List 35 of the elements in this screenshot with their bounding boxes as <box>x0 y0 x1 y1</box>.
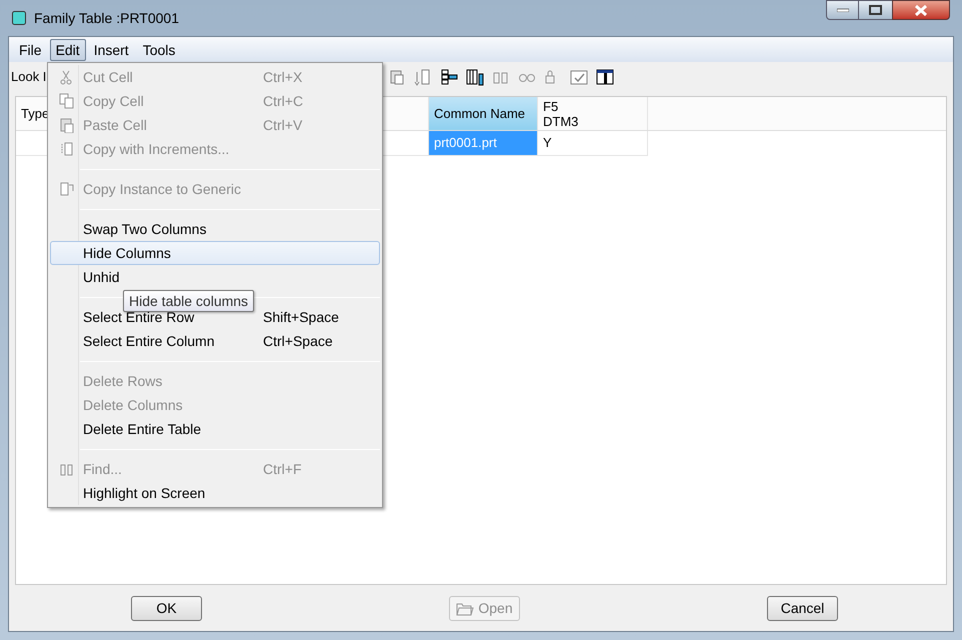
minimize-icon <box>836 8 848 12</box>
close-button[interactable] <box>892 0 950 20</box>
table-cell[interactable]: Y <box>538 131 648 156</box>
maximize-icon <box>869 5 882 15</box>
folder-icon <box>456 600 474 616</box>
list-icon[interactable] <box>414 68 432 86</box>
checklist-icon[interactable] <box>570 68 588 86</box>
menu-item[interactable]: File <box>13 38 48 60</box>
paste-icon <box>59 117 75 133</box>
column-header[interactable]: Common Name <box>429 97 538 130</box>
paste-icon[interactable] <box>388 68 406 86</box>
window-title: Family Table :PRT0001 <box>34 8 179 28</box>
menu-item[interactable]: Swap Two Columns <box>50 217 380 241</box>
column-insert-icon[interactable] <box>466 68 484 86</box>
menu-item[interactable]: Edit <box>50 38 86 60</box>
app-icon <box>12 11 26 25</box>
menu-item[interactable]: Delete Entire Table <box>50 417 380 441</box>
menu-item[interactable]: Hide Columns <box>50 241 380 265</box>
toolbar-label: Look I <box>11 68 46 86</box>
close-icon <box>914 4 928 16</box>
copy-icon <box>59 93 75 109</box>
menu-item[interactable]: Highlight on Screen <box>50 481 380 505</box>
minimize-button[interactable] <box>826 0 859 20</box>
document-icon <box>59 181 75 197</box>
dialog-button[interactable]: OK <box>131 596 202 620</box>
columns-icon[interactable] <box>440 68 458 86</box>
dialog-button[interactable]: Cancel <box>767 596 838 620</box>
menu-item[interactable]: Insert <box>88 38 135 60</box>
tooltip: Hide table columns <box>123 290 254 312</box>
menu-item[interactable]: Select Entire Column Ctrl+Space <box>50 329 380 353</box>
list-icon <box>59 141 75 157</box>
table-icon[interactable] <box>596 68 614 86</box>
maximize-button[interactable] <box>859 0 892 20</box>
menu-item[interactable]: Unhid <box>50 265 380 289</box>
menu-item[interactable]: Tools <box>136 38 182 60</box>
